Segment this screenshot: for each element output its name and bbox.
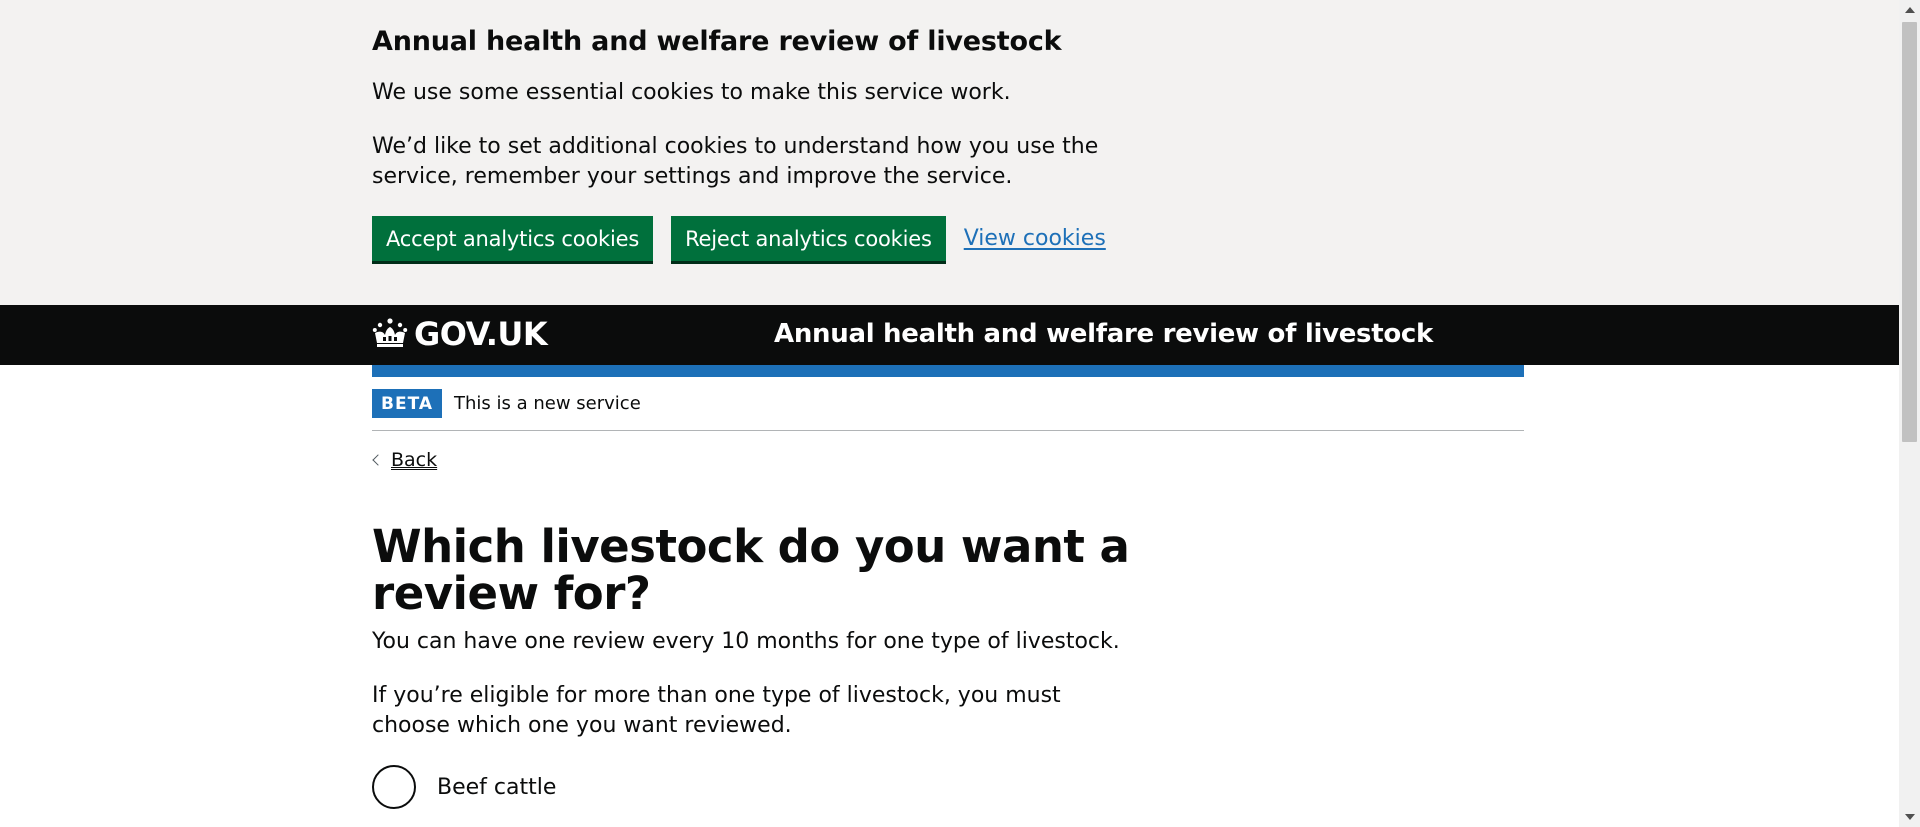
main-content: Which livestock do you want a review for…: [372, 523, 1132, 809]
govuk-logo-link[interactable]: GOV.UK: [372, 315, 548, 353]
view-cookies-link[interactable]: View cookies: [964, 226, 1106, 251]
site-header: GOV.UK Annual health and welfare review …: [0, 305, 1899, 365]
cookie-banner: Annual health and welfare review of live…: [0, 0, 1899, 305]
scrollbar-thumb[interactable]: [1902, 22, 1917, 442]
radio-label-beef-cattle[interactable]: Beef cattle: [437, 775, 556, 800]
radio-option-beef-cattle[interactable]: Beef cattle: [372, 765, 1132, 809]
page: Annual health and welfare review of live…: [0, 0, 1920, 827]
phase-banner: BETA This is a new service: [372, 377, 1524, 431]
eligibility-hint: If you’re eligible for more than one typ…: [372, 683, 1061, 738]
scroll-down-arrow-icon[interactable]: [1905, 814, 1915, 820]
page-title: Which livestock do you want a review for…: [372, 520, 1130, 620]
browser-viewport: Annual health and welfare review of live…: [0, 0, 1899, 827]
crown-icon: [372, 316, 408, 352]
back-link-label: Back: [391, 449, 438, 471]
cookie-banner-content: Annual health and welfare review of live…: [372, 24, 1524, 261]
cookie-banner-text-additional: We’d like to set additional cookies to u…: [372, 134, 1099, 189]
govuk-logo-text: GOV.UK: [414, 315, 548, 353]
header-blue-bar: [372, 365, 1524, 377]
accept-analytics-cookies-button[interactable]: Accept analytics cookies: [372, 216, 654, 261]
phase-banner-text: This is a new service: [454, 393, 641, 414]
service-name-link[interactable]: Annual health and welfare review of live…: [774, 319, 1433, 349]
cookie-banner-text-essential: We use some essential cookies to make th…: [372, 80, 1011, 105]
cookie-banner-heading: Annual health and welfare review of live…: [372, 26, 1062, 57]
reject-analytics-cookies-button[interactable]: Reject analytics cookies: [671, 216, 946, 261]
vertical-scrollbar[interactable]: [1899, 0, 1920, 827]
radio-button-beef-cattle[interactable]: [372, 765, 416, 809]
review-frequency-hint: You can have one review every 10 months …: [372, 629, 1120, 654]
back-link[interactable]: Back: [372, 449, 1899, 471]
beta-tag: BETA: [372, 389, 443, 418]
scroll-up-arrow-icon[interactable]: [1905, 7, 1915, 13]
header-container: GOV.UK Annual health and welfare review …: [372, 305, 1524, 365]
chevron-left-icon: [372, 454, 384, 466]
cookie-button-group: Accept analytics cookies Reject analytic…: [372, 216, 1524, 261]
